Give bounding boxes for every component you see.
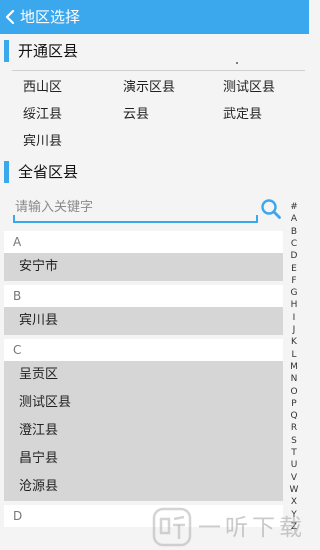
- index-letter[interactable]: O: [286, 386, 302, 398]
- index-letter[interactable]: M: [286, 361, 302, 373]
- index-letter[interactable]: R: [286, 422, 302, 434]
- all-section-title: 全省区县: [18, 163, 79, 181]
- index-letter[interactable]: E: [286, 263, 302, 275]
- back-button[interactable]: 地区选择: [0, 0, 84, 34]
- search-underline: [13, 221, 258, 223]
- index-letter[interactable]: N: [286, 373, 302, 385]
- title-bar: 地区选择: [0, 0, 309, 34]
- open-section-title: 开通区县: [18, 42, 79, 60]
- district-list[interactable]: A 安宁市 B 宾川县 C 呈贡区 测试区县 澄江县 昌宁县 沧源县 D: [0, 231, 283, 550]
- index-letter[interactable]: D: [286, 250, 302, 262]
- search-underline-tick: [256, 215, 258, 223]
- open-section-header: 开通区县: [0, 37, 309, 65]
- district-row[interactable]: 昌宁县: [4, 445, 283, 473]
- search-button[interactable]: [260, 198, 282, 220]
- search-box: [13, 193, 258, 225]
- search-icon: [261, 199, 281, 219]
- letter-group-header: B: [4, 285, 283, 307]
- index-letter[interactable]: W: [286, 484, 302, 496]
- index-letter[interactable]: #: [286, 201, 302, 213]
- page-title: 地区选择: [20, 8, 81, 26]
- stray-dot: [236, 62, 238, 64]
- open-city-item[interactable]: 西山区: [23, 78, 62, 98]
- district-row[interactable]: 澄江县: [4, 417, 283, 445]
- index-letter[interactable]: A: [286, 213, 302, 225]
- district-row[interactable]: 沧源县: [4, 473, 283, 501]
- ting-logo-icon: [152, 507, 192, 547]
- index-letter[interactable]: K: [286, 336, 302, 348]
- section-accent-bar: [4, 40, 9, 62]
- letter-group-header: A: [4, 231, 283, 253]
- district-row[interactable]: 宾川县: [4, 307, 283, 335]
- open-city-item[interactable]: 演示区县: [123, 78, 175, 98]
- index-letter[interactable]: I: [286, 312, 302, 324]
- index-letter[interactable]: S: [286, 435, 302, 447]
- index-letter[interactable]: B: [286, 226, 302, 238]
- index-letter[interactable]: H: [286, 299, 302, 311]
- index-letter[interactable]: C: [286, 238, 302, 250]
- open-city-item[interactable]: 绥江县: [23, 105, 62, 125]
- index-letter[interactable]: P: [286, 398, 302, 410]
- all-section-header: 全省区县: [0, 158, 309, 186]
- index-letter[interactable]: Q: [286, 410, 302, 422]
- index-letter[interactable]: J: [286, 324, 302, 336]
- section-accent-bar: [4, 161, 9, 183]
- district-row[interactable]: 呈贡区: [4, 361, 283, 389]
- index-letter[interactable]: L: [286, 349, 302, 361]
- watermark: 一听下载: [150, 505, 309, 550]
- search-input[interactable]: [13, 193, 258, 221]
- letter-group-header: C: [4, 339, 283, 361]
- index-letter[interactable]: U: [286, 459, 302, 471]
- district-row[interactable]: 安宁市: [4, 253, 283, 281]
- index-letter[interactable]: V: [286, 472, 302, 484]
- open-city-item[interactable]: 测试区县: [223, 78, 275, 98]
- open-city-item[interactable]: 云县: [123, 105, 149, 125]
- index-letter[interactable]: T: [286, 447, 302, 459]
- index-letter[interactable]: F: [286, 275, 302, 287]
- open-city-item[interactable]: 武定县: [223, 105, 262, 125]
- district-row[interactable]: 测试区县: [4, 389, 283, 417]
- open-city-item[interactable]: 宾川县: [23, 132, 62, 152]
- section-divider: [12, 70, 305, 71]
- watermark-text: 一听下载: [198, 515, 306, 541]
- chevron-left-icon: [5, 10, 15, 24]
- search-underline-tick: [13, 215, 15, 223]
- index-letter[interactable]: G: [286, 287, 302, 299]
